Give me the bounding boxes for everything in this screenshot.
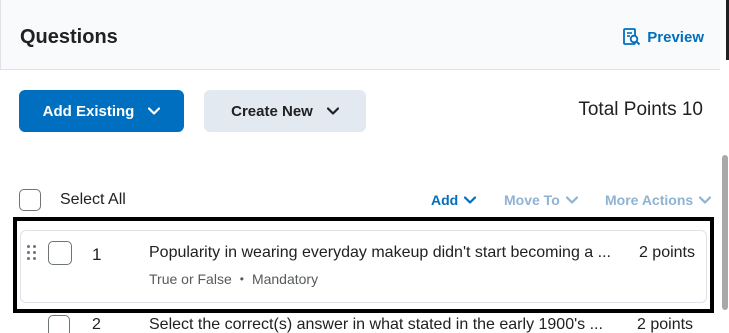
chevron-down-icon: [464, 196, 477, 204]
add-menu-button[interactable]: Add: [431, 192, 477, 208]
focus-highlight: [13, 217, 714, 313]
create-new-button[interactable]: Create New: [204, 90, 366, 132]
scrollbar-thumb[interactable]: [722, 155, 728, 310]
select-all-label: Select All: [60, 191, 126, 208]
page-title: Questions: [20, 26, 118, 48]
select-all-checkbox[interactable]: [19, 189, 41, 211]
move-to-menu-button[interactable]: Move To: [504, 192, 578, 208]
more-actions-menu-button[interactable]: More Actions: [605, 192, 712, 208]
preview-label: Preview: [647, 28, 704, 46]
add-label: Add: [431, 192, 459, 208]
create-new-label: Create New: [231, 102, 313, 120]
chevron-down-icon: [565, 196, 578, 204]
question-number: 2: [92, 316, 101, 333]
move-to-label: Move To: [504, 192, 560, 208]
question-title-link[interactable]: Select the correct(s) answer in what sta…: [149, 316, 603, 333]
chevron-down-icon: [148, 107, 161, 115]
chevron-down-icon: [699, 196, 712, 204]
questions-header: Questions Preview: [0, 0, 720, 70]
total-points: Total Points 10: [578, 99, 703, 120]
question-points: 2 points: [637, 316, 694, 333]
add-existing-label: Add Existing: [42, 102, 135, 120]
add-existing-button[interactable]: Add Existing: [19, 90, 184, 132]
preview-button[interactable]: Preview: [623, 28, 704, 46]
question-checkbox[interactable]: [48, 315, 70, 333]
chevron-down-icon: [326, 107, 339, 115]
question-row[interactable]: 2 Select the correct(s) answer in what s…: [20, 313, 707, 333]
more-actions-label: More Actions: [605, 192, 694, 208]
preview-icon: [623, 28, 641, 46]
